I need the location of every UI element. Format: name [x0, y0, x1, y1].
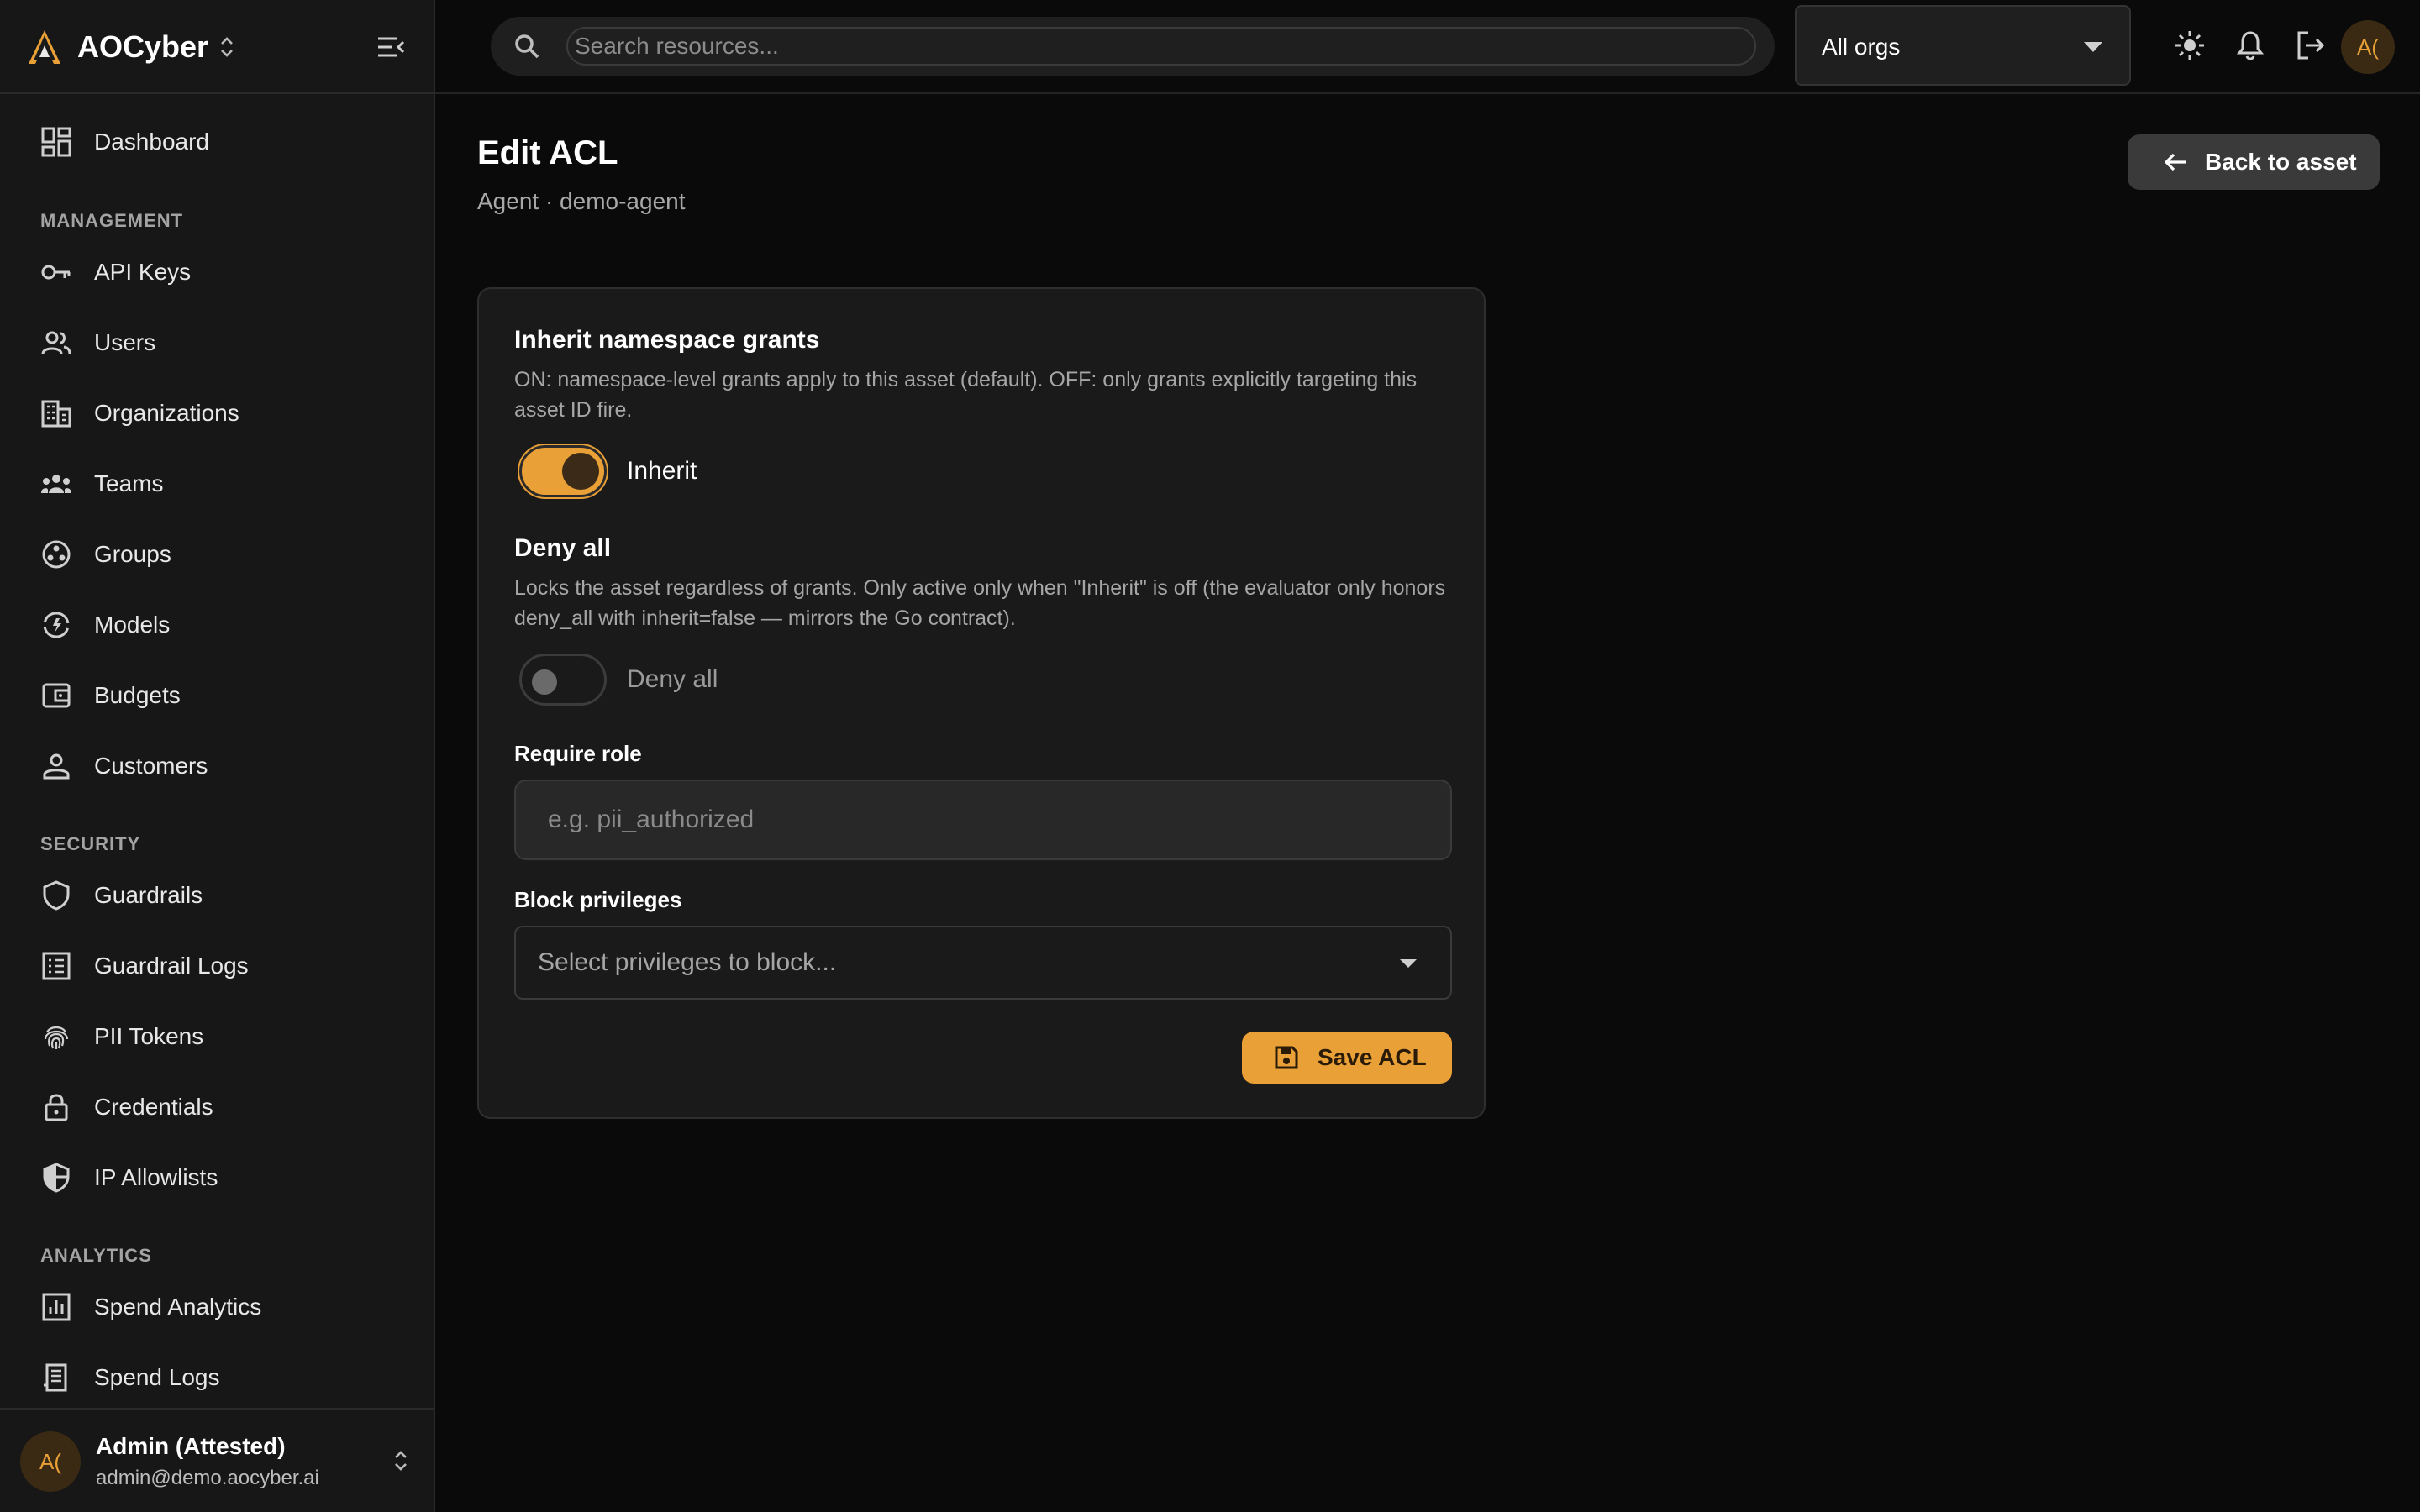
receipt-icon — [44, 1363, 67, 1392]
sidebar-item-credentials[interactable]: Credentials — [0, 1078, 434, 1137]
sidebar-item-label: Spend Analytics — [94, 1294, 262, 1320]
deny-all-toggle[interactable] — [519, 654, 607, 706]
org-switcher-chevron-icon[interactable] — [217, 32, 237, 62]
avatar[interactable]: A( — [2341, 20, 2395, 74]
list-icon — [42, 952, 71, 980]
sidebar-item-label: Teams — [94, 470, 164, 496]
section-title-analytics: ANALYTICS — [40, 1245, 152, 1266]
sidebar-item-label: Users — [94, 329, 156, 355]
person-icon — [43, 753, 70, 780]
sidebar-item-label: API Keys — [94, 259, 192, 285]
brand-header: AOCyber — [0, 0, 434, 94]
brand-name[interactable]: AOCyber — [77, 27, 208, 67]
sidebar-item-models[interactable]: Models — [0, 596, 434, 654]
sidebar-item-label: Guardrails — [94, 882, 203, 908]
shield-half-icon — [43, 1163, 70, 1193]
search-bar[interactable] — [491, 17, 1775, 76]
save-acl-button[interactable]: Save ACL — [1242, 1032, 1452, 1084]
sidebar-item-label: Models — [94, 612, 171, 638]
user-account-menu[interactable]: A( Admin (Attested) admin@demo.aocyber.a… — [0, 1408, 434, 1512]
back-to-asset-label: Back to asset — [2205, 149, 2357, 175]
sidebar-item-users[interactable]: Users — [0, 313, 434, 372]
toggle-knob — [532, 669, 557, 695]
org-select[interactable]: All orgs — [1795, 5, 2131, 86]
sidebar-item-customers[interactable]: Customers — [0, 737, 434, 795]
sidebar-item-budgets[interactable]: Budgets — [0, 666, 434, 725]
sidebar-item-dashboard[interactable]: Dashboard — [0, 113, 434, 171]
sidebar-item-label: Credentials — [94, 1094, 213, 1120]
deny-all-description: Locks the asset regardless of grants. On… — [514, 576, 1446, 630]
chevron-updown-icon[interactable] — [392, 1446, 410, 1475]
org-select-value: All orgs — [1822, 34, 1901, 60]
sidebar-item-label: Budgets — [94, 682, 181, 708]
teams-icon — [41, 475, 71, 493]
groups-icon — [42, 540, 71, 569]
sidebar-item-label: Guardrail Logs — [94, 953, 249, 979]
caret-down-icon — [1400, 959, 1417, 968]
save-icon — [1275, 1046, 1298, 1069]
sidebar-item-spend-logs[interactable]: Spend Logs — [0, 1348, 434, 1407]
inherit-description: ON: namespace-level grants apply to this… — [514, 368, 1418, 422]
sidebar-item-label: Customers — [94, 753, 208, 779]
sidebar-item-label: Groups — [94, 541, 171, 567]
acl-form-card: Inherit namespace grants ON: namespace-l… — [477, 287, 1486, 1119]
dashboard-icon — [41, 127, 71, 157]
sidebar-item-spend-analytics[interactable]: Spend Analytics — [0, 1278, 434, 1336]
sidebar: AOCyber Dashboard MANAGEMENT API Keys Us… — [0, 0, 435, 1512]
block-privileges-label: Block privileges — [514, 887, 682, 912]
models-icon — [43, 612, 70, 638]
aocyber-logo-icon — [29, 30, 60, 64]
logout-icon[interactable] — [2294, 29, 2328, 62]
building-icon — [41, 400, 71, 428]
inherit-title: Inherit namespace grants — [514, 326, 820, 354]
require-role-label: Require role — [514, 741, 642, 766]
sidebar-item-teams[interactable]: Teams — [0, 454, 434, 513]
search-input[interactable] — [566, 27, 1756, 66]
users-icon — [41, 331, 71, 354]
require-role-input[interactable] — [514, 780, 1452, 860]
section-title-management: MANAGEMENT — [40, 210, 184, 231]
notifications-bell-icon[interactable] — [2233, 29, 2267, 62]
lock-icon — [45, 1094, 68, 1121]
sidebar-item-label: Dashboard — [94, 129, 209, 155]
sidebar-item-label: Organizations — [94, 400, 239, 426]
inherit-toggle[interactable] — [519, 445, 607, 497]
back-to-asset-button[interactable]: Back to asset — [2128, 134, 2380, 190]
collapse-sidebar-icon[interactable] — [375, 32, 407, 62]
section-title-security: SECURITY — [40, 833, 141, 854]
arrow-left-icon — [2164, 153, 2186, 171]
search-icon — [515, 34, 539, 59]
deny-all-title: Deny all — [514, 534, 612, 562]
user-name: Admin (Attested) — [96, 1433, 286, 1459]
page-subtitle: Agent · demo-agent — [477, 188, 686, 214]
fingerprint-icon — [44, 1026, 69, 1049]
save-acl-label: Save ACL — [1318, 1044, 1427, 1070]
deny-all-toggle-label: Deny all — [627, 665, 718, 693]
sidebar-item-groups[interactable]: Groups — [0, 525, 434, 584]
avatar: A( — [20, 1431, 81, 1492]
sidebar-item-label: PII Tokens — [94, 1023, 204, 1049]
shield-icon — [43, 880, 70, 911]
caret-down-icon — [2084, 42, 2102, 52]
block-privileges-select[interactable]: Select privileges to block... — [514, 926, 1452, 1000]
sidebar-item-label: Spend Logs — [94, 1364, 220, 1390]
sidebar-item-guardrails[interactable]: Guardrails — [0, 866, 434, 925]
block-privileges-placeholder: Select privileges to block... — [538, 948, 837, 976]
sidebar-item-pii-tokens[interactable]: PII Tokens — [0, 1007, 434, 1066]
sidebar-item-label: IP Allowlists — [94, 1164, 218, 1190]
chart-icon — [42, 1293, 71, 1321]
key-icon — [41, 265, 71, 280]
toggle-knob — [562, 453, 599, 490]
sidebar-item-organizations[interactable]: Organizations — [0, 384, 434, 443]
page-title: Edit ACL — [477, 134, 618, 171]
sidebar-item-ip-allowlists[interactable]: IP Allowlists — [0, 1148, 434, 1207]
sidebar-item-api-keys[interactable]: API Keys — [0, 243, 434, 302]
wallet-icon — [42, 683, 71, 708]
top-bar: All orgs A( — [435, 0, 2420, 94]
theme-toggle-sun-icon[interactable] — [2173, 29, 2207, 62]
inherit-toggle-label: Inherit — [627, 457, 697, 485]
user-email: admin@demo.aocyber.ai — [96, 1467, 319, 1489]
sidebar-item-guardrail-logs[interactable]: Guardrail Logs — [0, 937, 434, 995]
